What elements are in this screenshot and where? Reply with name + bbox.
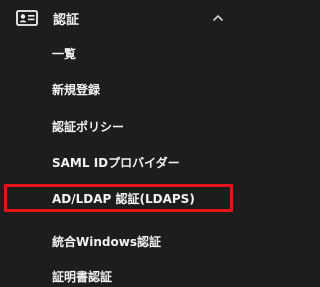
menu-item-new-registration[interactable]: 新規登録 (0, 72, 243, 108)
menu-item-label: AD/LDAP 認証(LDAPS) (52, 192, 195, 206)
menu-item-label: SAML IDプロバイダー (52, 156, 180, 170)
menu-item-label: 証明書認証 (52, 270, 113, 284)
menu-item-label: 認証ポリシー (52, 120, 125, 134)
menu-item-label: 一覧 (52, 47, 77, 61)
menu-item-certificate-auth[interactable]: 証明書認証 (0, 259, 243, 287)
chevron-up-icon[interactable] (211, 11, 225, 25)
menu-item-list[interactable]: 一覧 (0, 36, 243, 72)
menu-item-label: 新規登録 (52, 83, 101, 97)
menu-item-label: 統合Windows認証 (52, 235, 161, 249)
sidebar: 認証 一覧 新規登録 認証ポリシー SAML IDプロバイダー AD/LDAP … (0, 0, 243, 287)
auth-section-header[interactable]: 認証 (0, 0, 243, 36)
menu-item-ad-ldap[interactable]: AD/LDAP 認証(LDAPS) (0, 184, 243, 220)
section-title: 認証 (53, 13, 80, 28)
menu-item-windows-auth[interactable]: 統合Windows認証 (0, 224, 243, 260)
menu-item-auth-policy[interactable]: 認証ポリシー (0, 109, 243, 145)
id-card-icon (16, 10, 38, 26)
menu-item-saml-idp[interactable]: SAML IDプロバイダー (0, 145, 243, 181)
